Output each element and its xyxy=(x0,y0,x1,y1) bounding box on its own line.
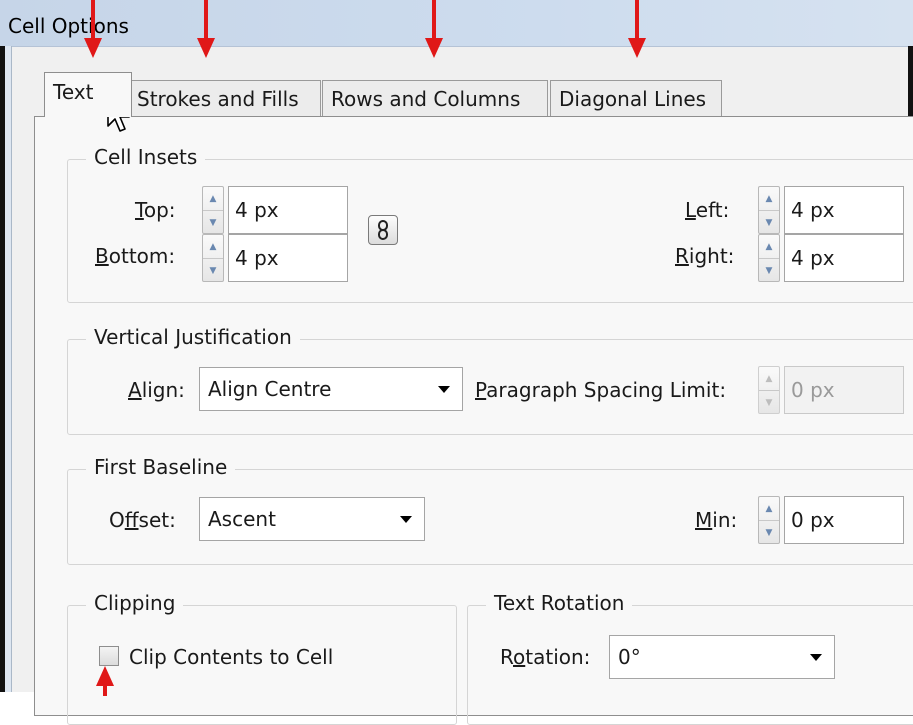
offset-dropdown[interactable]: Ascent xyxy=(199,497,425,541)
dropdown-arrow-icon xyxy=(400,516,412,523)
annotation-arrow-text-tab xyxy=(84,0,102,58)
first-baseline-title: First Baseline xyxy=(86,455,236,479)
annotation-arrow-rows-tab xyxy=(425,0,443,58)
up-arrow-icon[interactable]: ▲ xyxy=(759,235,779,259)
down-arrow-icon[interactable]: ▼ xyxy=(203,259,223,282)
paragraph-spacing-label: Paragraph Spacing Limit: xyxy=(475,378,727,402)
min-label: Min: xyxy=(695,508,738,532)
paragraph-spacing-input: 0 px xyxy=(784,366,904,414)
clipping-title: Clipping xyxy=(86,591,184,615)
align-label: Align: xyxy=(128,378,185,402)
down-arrow-icon: ▼ xyxy=(765,397,773,408)
right-stepper[interactable]: ▲ ▼ xyxy=(758,234,780,282)
up-arrow-icon[interactable]: ▲ xyxy=(203,235,223,259)
text-rotation-title: Text Rotation xyxy=(486,591,633,615)
min-stepper[interactable]: ▲ ▼ xyxy=(758,496,780,544)
offset-label: Offset: xyxy=(109,508,176,532)
align-dropdown[interactable]: Align Centre xyxy=(199,367,463,411)
rotation-dropdown[interactable]: 0° xyxy=(609,635,835,679)
rotation-value: 0° xyxy=(618,645,641,669)
link-settings-button[interactable] xyxy=(368,215,398,245)
annotation-arrow-diagonal-tab xyxy=(628,0,646,58)
rotation-label: Rotation: xyxy=(500,645,591,669)
up-arrow-icon[interactable]: ▲ xyxy=(759,497,779,521)
align-value: Align Centre xyxy=(208,377,332,401)
clip-contents-checkbox[interactable] xyxy=(99,646,119,666)
top-stepper[interactable]: ▲ ▼ xyxy=(202,186,224,234)
vertical-justification-title: Vertical Justification xyxy=(86,325,300,349)
dropdown-arrow-icon xyxy=(438,386,450,393)
annotation-arrow-strokes-tab xyxy=(197,0,215,58)
dropdown-arrow-icon xyxy=(810,654,822,661)
left-label: Left: xyxy=(685,198,730,222)
left-stepper[interactable]: ▲ ▼ xyxy=(758,186,780,234)
down-arrow-icon[interactable]: ▼ xyxy=(203,211,223,234)
down-arrow-icon[interactable]: ▼ xyxy=(759,211,779,234)
left-inset-input[interactable]: 4 px xyxy=(784,186,904,234)
bottom-label: Bottom: xyxy=(95,244,176,268)
clip-contents-label[interactable]: Clip Contents to Cell xyxy=(129,645,333,669)
down-arrow-icon[interactable]: ▼ xyxy=(759,259,779,282)
chain-link-icon xyxy=(378,220,388,240)
right-inset-input[interactable]: 4 px xyxy=(784,234,904,282)
tab-text[interactable]: Text xyxy=(44,72,132,117)
min-input[interactable]: 0 px xyxy=(784,496,904,544)
right-label: Right: xyxy=(675,244,735,268)
top-label: Top: xyxy=(135,198,176,222)
tab-rows-and-columns[interactable]: Rows and Columns xyxy=(322,80,548,116)
up-arrow-icon[interactable]: ▲ xyxy=(759,187,779,211)
cell-insets-title: Cell Insets xyxy=(86,145,206,169)
window-frame-inner xyxy=(5,46,12,692)
tab-panel-text: Cell Insets Top: ▲ ▼ 4 px Bottom: ▲ ▼ 4 … xyxy=(34,116,913,725)
down-arrow-icon[interactable]: ▼ xyxy=(759,521,779,544)
title-bar[interactable]: Cell Options xyxy=(0,0,913,47)
window-title: Cell Options xyxy=(8,14,129,38)
paragraph-spacing-stepper: ▲ ▼ xyxy=(758,366,780,414)
up-arrow-icon[interactable]: ▲ xyxy=(203,187,223,211)
top-inset-input[interactable]: 4 px xyxy=(228,186,348,234)
offset-value: Ascent xyxy=(208,507,276,531)
up-arrow-icon: ▲ xyxy=(759,367,779,391)
bottom-inset-input[interactable]: 4 px xyxy=(228,234,348,282)
tab-diagonal-lines[interactable]: Diagonal Lines xyxy=(550,80,722,116)
cell-options-dialog: Cell Options Text Strokes and Fills Rows… xyxy=(0,0,913,725)
tab-strokes-and-fills[interactable]: Strokes and Fills xyxy=(128,80,321,116)
bottom-stepper[interactable]: ▲ ▼ xyxy=(202,234,224,282)
